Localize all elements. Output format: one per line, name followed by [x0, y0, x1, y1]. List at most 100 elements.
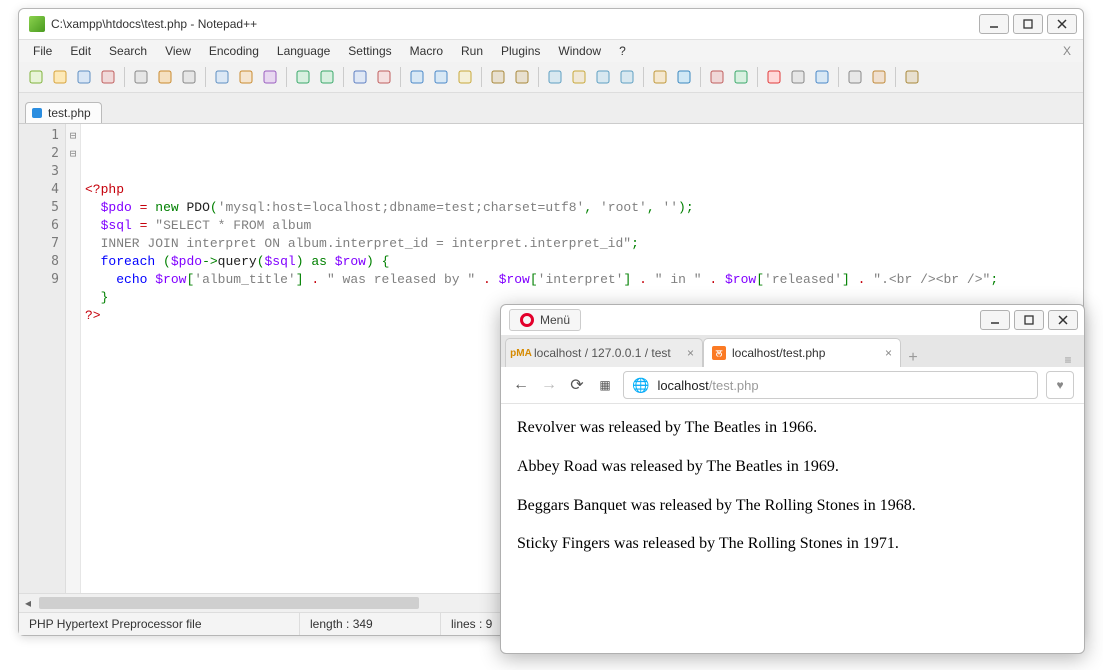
opera-menu-button[interactable]: Menü	[509, 309, 581, 331]
code-line[interactable]: INNER JOIN interpret ON album.interpret_…	[85, 235, 1077, 253]
toolbar-button-17[interactable]	[373, 66, 395, 88]
toolbar-button-3[interactable]	[97, 66, 119, 88]
toolbar-button-13[interactable]	[292, 66, 314, 88]
toolbar-button-11[interactable]	[259, 66, 281, 88]
toolbar-separator	[481, 67, 482, 87]
tab-close-icon[interactable]: ×	[687, 346, 694, 360]
menu-run[interactable]: Run	[453, 42, 491, 60]
toolbar-button-41[interactable]	[844, 66, 866, 88]
toolbar-separator	[895, 67, 896, 87]
toolbar-button-5[interactable]	[130, 66, 152, 88]
url-host: localhost	[657, 378, 708, 393]
browser-content: Revolver was released by The Beatles in …	[501, 404, 1084, 653]
toolbar-button-44[interactable]	[901, 66, 923, 88]
menu-file[interactable]: File	[25, 42, 60, 60]
toolbar-button-14[interactable]	[316, 66, 338, 88]
tab-label: localhost / 127.0.0.1 / test	[534, 346, 671, 360]
tabstrip: test.php	[19, 93, 1083, 124]
address-bar[interactable]: 🌐 localhost/test.php	[623, 371, 1038, 399]
toolbar-button-26[interactable]	[544, 66, 566, 88]
toolbar-button-16[interactable]	[349, 66, 371, 88]
toolbar-separator	[343, 67, 344, 87]
toolbar-button-38[interactable]	[787, 66, 809, 88]
browser-tab-1[interactable]: ਲlocalhost/test.php×	[703, 338, 901, 367]
output-line: Beggars Banquet was released by The Roll…	[517, 496, 1068, 517]
toolbar-button-20[interactable]	[430, 66, 452, 88]
code-line[interactable]: foreach ($pdo->query($sql) as $row) {	[85, 253, 1077, 271]
scroll-left-arrow[interactable]: ◂	[19, 594, 37, 612]
menu-macro[interactable]: Macro	[402, 42, 451, 60]
menubar: FileEditSearchViewEncodingLanguageSettin…	[19, 40, 1083, 62]
reload-button[interactable]: ⟳	[567, 375, 587, 395]
toolbar-button-32[interactable]	[673, 66, 695, 88]
panels-button[interactable]: ≡	[1056, 353, 1080, 367]
titlebar[interactable]: C:\xampp\htdocs\test.php - Notepad++	[19, 9, 1083, 40]
status-filetype: PHP Hypertext Preprocessor file	[19, 613, 300, 635]
menu-window[interactable]: Window	[550, 42, 609, 60]
browser-toolbar: ← → ⟳ ▦ 🌐 localhost/test.php ♥	[501, 367, 1084, 404]
toolbar-button-42[interactable]	[868, 66, 890, 88]
toolbar-button-1[interactable]	[49, 66, 71, 88]
menu-?[interactable]: ?	[611, 42, 634, 60]
tab-close-icon[interactable]: ×	[885, 346, 892, 360]
status-length: length : 349	[300, 613, 441, 635]
browser-maximize-button[interactable]	[1014, 310, 1044, 330]
back-button[interactable]: ←	[511, 376, 531, 394]
file-tab[interactable]: test.php	[25, 102, 102, 123]
toolbar-separator	[286, 67, 287, 87]
toolbar-button-39[interactable]	[811, 66, 833, 88]
menu-view[interactable]: View	[157, 42, 199, 60]
globe-icon: 🌐	[632, 377, 649, 394]
maximize-button[interactable]	[1013, 14, 1043, 34]
code-line[interactable]: $pdo = new PDO('mysql:host=localhost;dbn…	[85, 199, 1077, 217]
toolbar-button-21[interactable]	[454, 66, 476, 88]
toolbar-button-34[interactable]	[706, 66, 728, 88]
speed-dial-button[interactable]: ▦	[595, 378, 615, 392]
toolbar-button-27[interactable]	[568, 66, 590, 88]
code-line[interactable]: <?php	[85, 181, 1077, 199]
bookmark-button[interactable]: ♥	[1046, 371, 1074, 399]
toolbar-separator	[757, 67, 758, 87]
file-icon	[32, 108, 42, 118]
fold-column[interactable]: ⊟⊟	[66, 124, 81, 593]
toolbar-button-10[interactable]	[235, 66, 257, 88]
toolbar-separator	[643, 67, 644, 87]
toolbar-button-31[interactable]	[649, 66, 671, 88]
browser-close-button[interactable]	[1048, 310, 1078, 330]
new-tab-button[interactable]: +	[901, 349, 925, 367]
toolbar-button-23[interactable]	[487, 66, 509, 88]
menu-edit[interactable]: Edit	[62, 42, 99, 60]
toolbar-button-6[interactable]	[154, 66, 176, 88]
toolbar-separator	[400, 67, 401, 87]
menu-plugins[interactable]: Plugins	[493, 42, 548, 60]
toolbar-button-24[interactable]	[511, 66, 533, 88]
toolbar-button-7[interactable]	[178, 66, 200, 88]
menu-search[interactable]: Search	[101, 42, 155, 60]
toolbar-button-2[interactable]	[73, 66, 95, 88]
toolbar-separator	[838, 67, 839, 87]
toolbar-button-0[interactable]	[25, 66, 47, 88]
toolbar-button-29[interactable]	[616, 66, 638, 88]
menu-language[interactable]: Language	[269, 42, 338, 60]
toolbar-button-19[interactable]	[406, 66, 428, 88]
toolbar-button-35[interactable]	[730, 66, 752, 88]
menubar-close-icon[interactable]: X	[1057, 42, 1077, 60]
toolbar-button-9[interactable]	[211, 66, 233, 88]
menu-settings[interactable]: Settings	[340, 42, 399, 60]
file-tab-label: test.php	[48, 106, 91, 120]
toolbar-button-37[interactable]	[763, 66, 785, 88]
forward-button[interactable]: →	[539, 376, 559, 394]
code-line[interactable]: echo $row['album_title'] . " was release…	[85, 271, 1077, 289]
scrollbar-thumb[interactable]	[39, 597, 419, 609]
menu-encoding[interactable]: Encoding	[201, 42, 267, 60]
browser-minimize-button[interactable]	[980, 310, 1010, 330]
code-line[interactable]: $sql = "SELECT * FROM album	[85, 217, 1077, 235]
minimize-button[interactable]	[979, 14, 1009, 34]
toolbar-button-28[interactable]	[592, 66, 614, 88]
url-path: /test.php	[709, 378, 759, 393]
close-button[interactable]	[1047, 14, 1077, 34]
line-number-gutter: 123456789	[19, 124, 66, 593]
browser-tab-0[interactable]: pMAlocalhost / 127.0.0.1 / test×	[505, 338, 703, 367]
app-icon	[29, 16, 45, 32]
browser-titlebar[interactable]: Menü	[501, 305, 1084, 335]
